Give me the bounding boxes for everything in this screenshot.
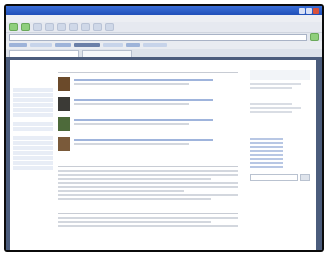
link[interactable] — [250, 150, 283, 152]
link[interactable] — [250, 146, 283, 148]
browser-toolbar — [6, 22, 322, 33]
search-input[interactable] — [250, 174, 298, 181]
info-text — [250, 83, 310, 89]
link-item[interactable] — [143, 43, 167, 47]
paragraph — [58, 170, 238, 200]
link-item[interactable] — [55, 43, 71, 47]
refresh-button[interactable] — [45, 23, 54, 31]
thumbnail-image[interactable] — [58, 77, 70, 91]
favorites-button[interactable] — [81, 23, 90, 31]
list-item — [58, 77, 238, 93]
sidebar-item[interactable] — [13, 122, 53, 126]
link[interactable] — [250, 166, 283, 168]
sidebar-item[interactable] — [13, 113, 53, 117]
sidebar-item[interactable] — [13, 166, 53, 170]
right-column-title — [250, 131, 310, 136]
link[interactable] — [250, 142, 283, 144]
link-item[interactable] — [103, 43, 123, 47]
link[interactable] — [250, 138, 283, 140]
sidebar-item[interactable] — [13, 151, 53, 155]
menu-bar — [6, 15, 322, 22]
sidebar-nav — [13, 82, 53, 171]
sidebar-item[interactable] — [13, 127, 53, 131]
link-item[interactable] — [9, 43, 27, 47]
web-page — [10, 60, 316, 250]
link[interactable] — [250, 158, 283, 160]
sidebar-item[interactable] — [13, 156, 53, 160]
sidebar-item[interactable] — [13, 136, 53, 140]
sidebar-item[interactable] — [13, 93, 53, 97]
sidebar-item[interactable] — [13, 146, 53, 150]
thumbnail-image[interactable] — [58, 97, 70, 111]
sidebar-item[interactable] — [13, 141, 53, 145]
list-item — [58, 117, 238, 133]
link-item[interactable] — [126, 43, 140, 47]
tab-active[interactable] — [9, 50, 79, 57]
stop-button[interactable] — [33, 23, 42, 31]
list-item — [58, 137, 238, 153]
page-viewport — [6, 57, 322, 250]
link-item[interactable] — [30, 43, 52, 47]
screen — [6, 6, 322, 250]
print-button[interactable] — [105, 23, 114, 31]
link[interactable] — [250, 154, 283, 156]
list-item — [58, 97, 238, 113]
back-button[interactable] — [9, 23, 18, 31]
address-bar — [6, 33, 322, 41]
home-button[interactable] — [57, 23, 66, 31]
address-input[interactable] — [9, 33, 307, 41]
sidebar-item[interactable] — [13, 88, 53, 92]
sidebar-item[interactable] — [13, 103, 53, 107]
monitor-frame — [4, 4, 324, 252]
search-go-button[interactable] — [300, 174, 310, 181]
links-bar — [6, 41, 322, 49]
window-controls — [299, 7, 319, 14]
entry-text — [74, 137, 238, 153]
paragraph — [58, 217, 238, 227]
info-box — [250, 70, 310, 80]
minimize-button[interactable] — [299, 7, 305, 14]
thumbnail-image[interactable] — [58, 117, 70, 131]
sidebar-item[interactable] — [13, 161, 53, 165]
go-button[interactable] — [310, 33, 319, 41]
window-titlebar — [6, 6, 322, 15]
info-text — [250, 103, 310, 113]
history-button[interactable] — [93, 23, 102, 31]
section-heading — [58, 159, 238, 167]
entry-text — [74, 97, 238, 113]
search-box — [250, 174, 310, 181]
forward-button[interactable] — [21, 23, 30, 31]
tab-inactive[interactable] — [82, 50, 132, 57]
close-button[interactable] — [313, 7, 319, 14]
page-heading — [58, 64, 238, 73]
main-content — [58, 64, 238, 250]
section-heading — [58, 206, 238, 214]
entry-text — [74, 117, 238, 133]
site-logo[interactable] — [14, 63, 46, 77]
search-button[interactable] — [69, 23, 78, 31]
thumbnail-image[interactable] — [58, 137, 70, 151]
link-item[interactable] — [74, 43, 100, 47]
sidebar-item[interactable] — [13, 82, 53, 87]
entry-text — [74, 77, 238, 93]
right-column — [250, 70, 310, 250]
sidebar-item[interactable] — [13, 98, 53, 102]
sidebar-item[interactable] — [13, 108, 53, 112]
link[interactable] — [250, 162, 283, 164]
maximize-button[interactable] — [306, 7, 312, 14]
